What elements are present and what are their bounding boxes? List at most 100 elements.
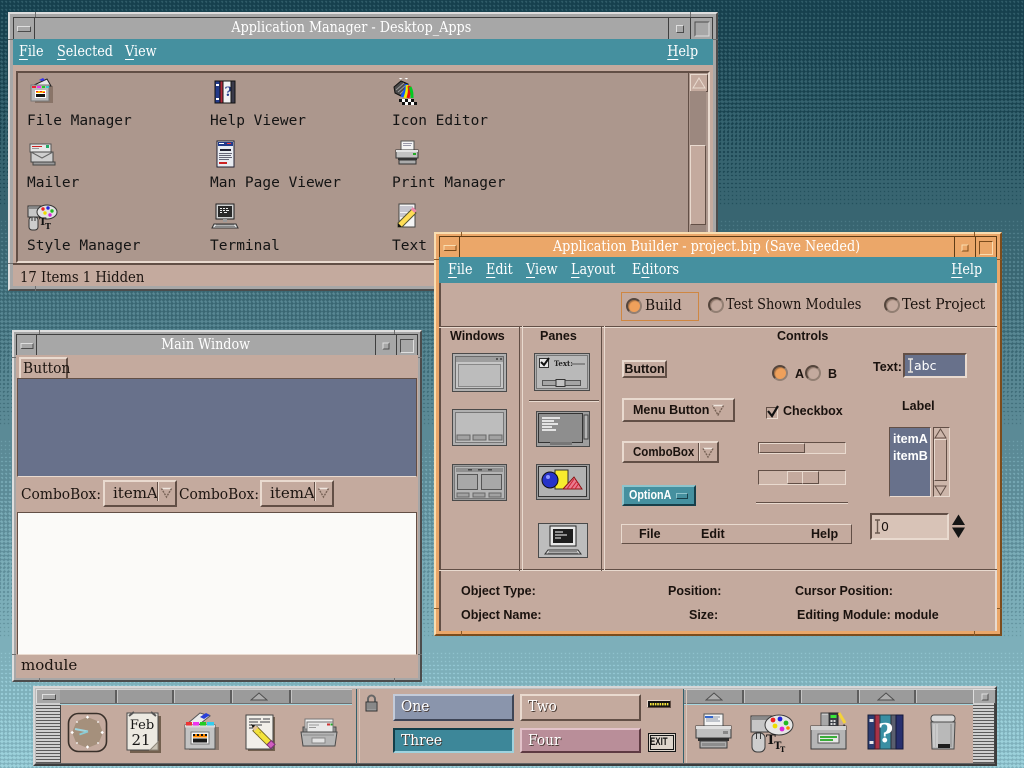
control-radio-a[interactable]	[772, 365, 788, 381]
panel-icon-clock[interactable]	[66, 711, 109, 758]
panel-icon-help[interactable]: ?	[864, 711, 907, 758]
mode-build[interactable]: Build	[621, 292, 699, 321]
menu-help[interactable]: Help	[667, 39, 698, 65]
app-icon-icon-editor[interactable]: Icon Editor	[392, 78, 488, 129]
app-icon-print-manager[interactable]: Print Manager	[392, 140, 506, 191]
panel-icon-text-editor[interactable]	[238, 711, 281, 758]
palette-window-custom[interactable]	[452, 464, 507, 504]
palette-window-main[interactable]	[452, 353, 507, 395]
menu-help[interactable]: Help	[951, 257, 982, 283]
panel-icon-trash[interactable]	[922, 711, 965, 758]
panel-right-handle[interactable]	[973, 703, 995, 763]
window-title[interactable]: Application Builder - project.bip (Save …	[460, 237, 954, 258]
scale-slider[interactable]	[759, 443, 805, 453]
test-project-radio[interactable]	[884, 297, 900, 313]
panel-menu-button[interactable]	[36, 689, 62, 704]
panel-menu-button-right[interactable]	[973, 689, 996, 704]
app-icon-man-page-viewer[interactable]: Man Page Viewer	[210, 140, 341, 191]
combo1-arrow-button[interactable]	[157, 482, 175, 501]
window-menu-button[interactable]	[440, 237, 460, 258]
subpanel-arrow-icon[interactable]	[877, 692, 895, 701]
control-list[interactable]: itemA itemB	[889, 427, 931, 497]
window-menu-button[interactable]	[17, 335, 37, 356]
control-menubar-file[interactable]: File	[639, 525, 661, 543]
app-icon-file-manager[interactable]: File Manager	[27, 78, 132, 129]
spin-down-icon[interactable]	[951, 527, 966, 539]
control-spinbox[interactable]: 0	[870, 513, 949, 540]
workspace-four-button[interactable]: Four	[520, 728, 641, 753]
control-combobox[interactable]: ComboBox	[622, 441, 719, 463]
exit-button[interactable]: EXIT	[648, 733, 676, 752]
workspace-two-button[interactable]: Two	[520, 694, 641, 721]
scrollbar-h-thumb2[interactable]	[802, 471, 819, 484]
panel-icon-file-manager[interactable]	[180, 711, 223, 758]
control-radio-b[interactable]	[805, 365, 821, 381]
app-icon-mailer[interactable]: Mailer	[27, 140, 79, 191]
maximize-button[interactable]	[690, 18, 712, 40]
list-item-b[interactable]: itemB	[890, 448, 930, 465]
list-scroll-up-icon[interactable]	[934, 428, 947, 439]
panel-icon-printer[interactable]	[692, 711, 735, 758]
mode-test-project[interactable]: Test Project	[883, 292, 1013, 319]
combo2-arrow-button[interactable]	[314, 482, 332, 501]
combobox-arrow-button[interactable]	[698, 443, 717, 461]
window-menu-button[interactable]	[14, 18, 35, 40]
menu-layout[interactable]: Layout	[571, 257, 615, 283]
list-scroll-down-icon[interactable]	[934, 485, 947, 496]
window-title[interactable]: Application Manager - Desktop_Apps	[35, 18, 668, 40]
panel-icon-applications[interactable]	[807, 711, 850, 758]
button-widget[interactable]: Button	[19, 357, 68, 380]
combo1[interactable]: itemA	[103, 480, 177, 507]
test-shown-radio[interactable]	[708, 297, 724, 313]
maximize-button[interactable]	[396, 335, 417, 356]
drawing-area[interactable]	[17, 378, 417, 477]
list-item-a[interactable]: itemA	[890, 428, 930, 448]
menu-view[interactable]: View	[125, 39, 157, 65]
list-scroll-thumb[interactable]	[934, 439, 947, 481]
titlebar[interactable]: Main Window	[16, 334, 418, 357]
text-area[interactable]	[17, 512, 417, 655]
subpanel-arrow-icon[interactable]	[705, 692, 723, 701]
titlebar[interactable]: Application Builder - project.bip (Save …	[439, 236, 997, 259]
build-radio[interactable]	[626, 298, 642, 314]
control-scale[interactable]	[758, 442, 846, 454]
menu-view[interactable]: View	[526, 257, 558, 283]
control-text-field[interactable]: abc	[903, 353, 967, 378]
subpanel-arrow-icon[interactable]	[250, 692, 268, 701]
panel-icon-calendar[interactable]: Feb 21	[122, 711, 165, 758]
maximize-button[interactable]	[975, 237, 996, 258]
palette-window-dialog[interactable]	[452, 409, 507, 449]
control-button[interactable]: Button	[622, 360, 667, 378]
palette-pane-draw[interactable]	[536, 464, 590, 503]
panel-icon-style-manager[interactable]: T T T	[749, 711, 795, 758]
control-menubar-help[interactable]: Help	[811, 525, 838, 543]
palette-pane-control[interactable]: Text:	[534, 353, 590, 394]
menu-file[interactable]: File	[448, 257, 473, 283]
control-checkbox[interactable]	[766, 407, 778, 419]
panel-left-handle[interactable]	[36, 703, 61, 763]
scroll-up-arrow[interactable]	[690, 74, 708, 92]
palette-pane-term[interactable]	[538, 523, 588, 561]
control-menu-button[interactable]: Menu Button	[622, 398, 735, 422]
mode-test-shown[interactable]: Test Shown Modules	[707, 292, 887, 319]
menu-file[interactable]: File	[19, 39, 44, 65]
app-icon-terminal[interactable]: Terminal	[210, 203, 280, 254]
control-option-menu[interactable]: OptionA	[622, 485, 696, 506]
workspace-three-button[interactable]: Three	[393, 728, 514, 753]
minimize-button[interactable]	[375, 335, 396, 356]
palette-pane-text[interactable]	[536, 411, 590, 450]
panel-icon-mailer[interactable]	[297, 711, 340, 758]
control-list-scrollbar[interactable]	[933, 427, 950, 497]
app-icon-help-viewer[interactable]: ? Help Viewer	[210, 78, 306, 129]
lock-icon[interactable]	[363, 694, 380, 714]
workspace-one-button[interactable]: One	[393, 694, 514, 721]
minimize-button[interactable]	[668, 18, 690, 40]
menu-editors[interactable]: Editors	[632, 257, 679, 283]
minimize-button[interactable]	[954, 237, 975, 258]
combo2[interactable]: itemA	[260, 480, 334, 507]
control-menubar-edit[interactable]: Edit	[701, 525, 725, 543]
window-title[interactable]: Main Window	[37, 335, 375, 356]
menu-selected[interactable]: Selected	[57, 39, 113, 65]
titlebar[interactable]: Application Manager - Desktop_Apps	[13, 17, 713, 41]
menu-edit[interactable]: Edit	[486, 257, 513, 283]
